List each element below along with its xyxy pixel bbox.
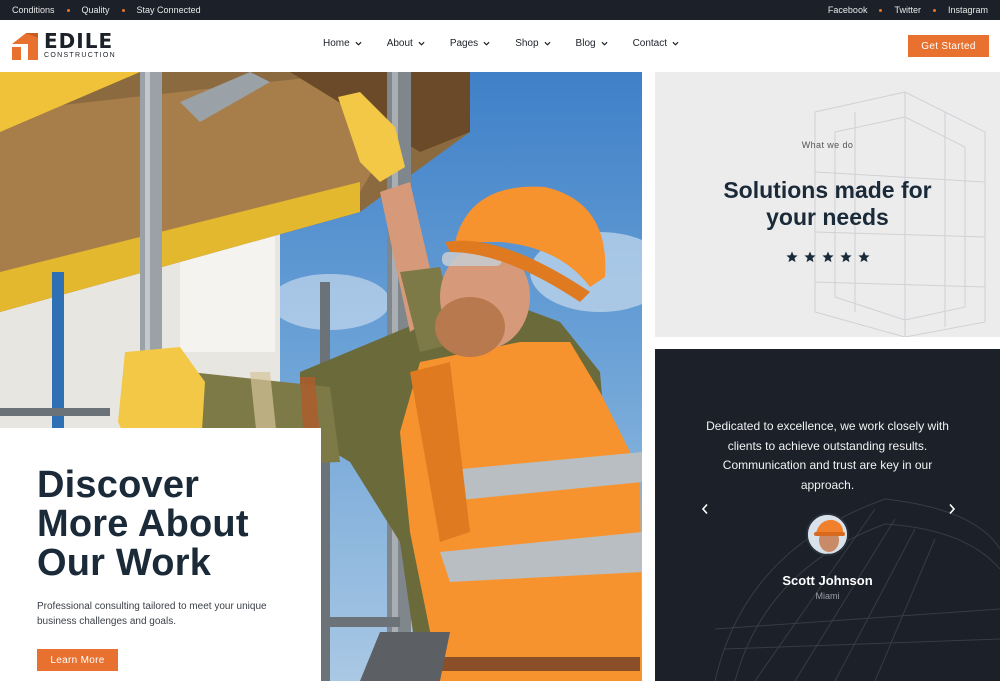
topbar-link-instagram[interactable]: Instagram [948,5,988,15]
brand-name: EDILE [44,28,114,53]
chevron-left-icon [701,503,708,515]
hero-title-line: Our Work [37,542,212,584]
separator-dot [932,8,936,12]
star-icon [839,251,852,263]
nav-item-label: Contact [632,38,668,49]
chevron-right-icon [949,503,956,515]
nav-item-home[interactable]: Home [323,38,362,49]
chevron-down-icon [418,41,425,46]
testimonial-quote: Dedicated to excellence, we work closely… [706,419,949,492]
separator-dot [879,8,883,12]
nav-item-about[interactable]: About [387,38,425,49]
star-icon [821,251,834,263]
nav-item-blog[interactable]: Blog [576,38,608,49]
star-icon [857,251,870,263]
nav-item-label: About [386,38,413,49]
topbar-link-quality[interactable]: Quality [82,5,110,15]
services-title-line: Solutions made for [723,177,932,203]
hero-title: Discover More About Our Work [37,466,284,583]
hero-card: Discover More About Our Work Professiona… [0,428,321,681]
main-nav: Home About Pages Shop Blog Contact [323,38,704,49]
star-icon [785,251,798,263]
avatar [806,513,849,556]
chevron-down-icon [483,41,490,46]
chevron-down-icon [355,41,362,46]
nav-item-shop[interactable]: Shop [515,38,551,49]
rating-stars [655,251,1000,263]
testimonial-panel: Dedicated to excellence, we work closely… [655,349,1000,681]
nav-item-label: Pages [449,38,479,49]
star-icon [803,251,816,263]
house-logo-icon [12,33,38,60]
topbar-link-conditions[interactable]: Conditions [12,5,55,15]
services-panel: What we do Solutions made for your needs [655,72,1000,337]
carousel-next-button[interactable] [945,500,959,518]
topbar-link-twitter[interactable]: Twitter [894,5,921,15]
brand-logo[interactable]: EDILE CONSTRUCTION [12,30,116,60]
testimonial-author-city: Miami [815,591,840,601]
nav-item-pages[interactable]: Pages [450,38,490,49]
top-bar-left-links: Conditions Quality Stay Connected [12,5,201,15]
hero-description: Professional consulting tailored to meet… [37,601,267,627]
get-started-button[interactable]: Get Started [908,35,989,57]
learn-more-button[interactable]: Learn More [37,649,118,671]
brand-tagline: CONSTRUCTION [44,51,116,59]
testimonial-author-name: Scott Johnson [782,573,873,588]
section-eyebrow: What we do [801,140,854,150]
nav-item-label: Home [323,38,350,49]
chevron-down-icon [544,41,551,46]
separator-dot [66,8,70,12]
separator-dot [121,8,125,12]
hero-title-line: Discover [37,464,200,506]
topbar-link-facebook[interactable]: Facebook [828,5,868,15]
brand-text: EDILE CONSTRUCTION [44,28,116,59]
top-bar: Conditions Quality Stay Connected Facebo… [0,0,1000,20]
hero-title-line: More About [37,503,249,545]
chevron-down-icon [601,41,608,46]
services-title: Solutions made for your needs [655,177,1000,231]
nav-item-label: Blog [575,38,596,49]
carousel-prev-button[interactable] [698,500,712,518]
topbar-link-stay-connected[interactable]: Stay Connected [137,5,201,15]
nav-item-label: Shop [515,38,539,49]
chevron-down-icon [672,41,679,46]
top-bar-social-links: Facebook Twitter Instagram [828,5,988,15]
nav-item-contact[interactable]: Contact [633,38,679,49]
services-title-line: your needs [766,204,889,230]
site-header: EDILE CONSTRUCTION Home About Pages Shop… [0,20,1000,72]
